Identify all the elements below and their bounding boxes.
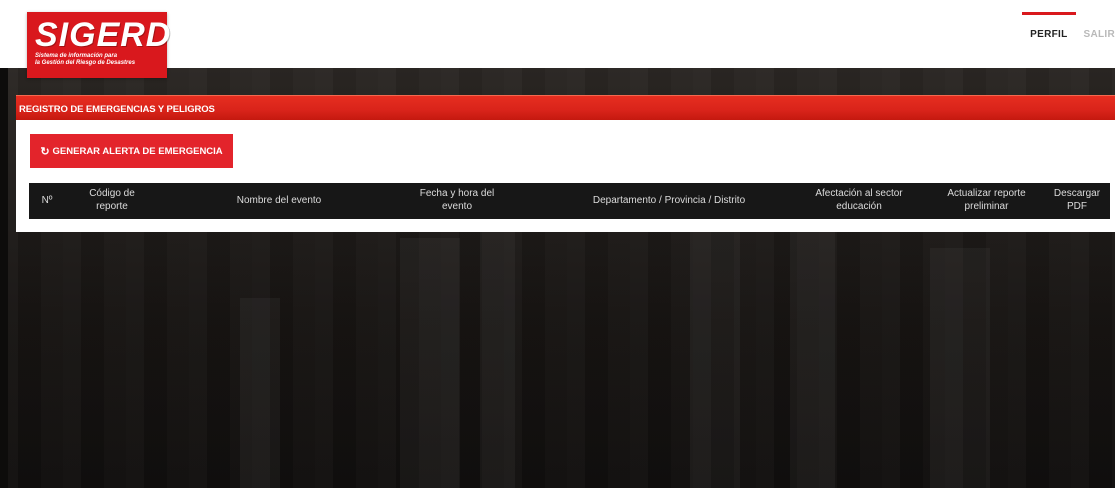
logo-title: SIGERD — [35, 16, 172, 54]
logo-subtitle-line-2: la Gestión del Riesgo de Desastres — [35, 60, 136, 66]
nav-perfil[interactable]: PERFIL — [1022, 0, 1076, 68]
emergencies-table-header: Nº Código de reporte Nombre del evento F… — [29, 183, 1110, 219]
column-header-ubicacion[interactable]: Departamento / Provincia / Distrito — [559, 194, 779, 207]
column-header-nombre[interactable]: Nombre del evento — [209, 194, 349, 207]
emergencies-panel: REGISTRO DE EMERGENCIAS Y PELIGROS ↻ GEN… — [16, 95, 1115, 232]
nav-salir[interactable]: SALIR — [1076, 0, 1115, 68]
top-header: SIGERD Sistema de información para la Ge… — [0, 0, 1115, 78]
column-header-fecha[interactable]: Fecha y hora del evento — [407, 187, 507, 213]
panel-title: REGISTRO DE EMERGENCIAS Y PELIGROS — [16, 95, 1115, 120]
refresh-icon: ↻ — [40, 145, 50, 158]
column-header-actualizar[interactable]: Actualizar reporte preliminar — [939, 187, 1034, 213]
generate-alert-label: GENERAR ALERTA DE EMERGENCIA — [52, 145, 223, 157]
column-header-descargar[interactable]: Descargar PDF — [1049, 187, 1105, 213]
column-header-codigo[interactable]: Código de reporte — [81, 187, 143, 213]
column-header-afectacion[interactable]: Afectación al sector educación — [804, 187, 914, 213]
top-nav: PERFIL SALIR — [1022, 0, 1115, 68]
logo-subtitle-line-1: Sistema de información para — [35, 53, 118, 59]
column-header-numero[interactable]: Nº — [39, 194, 55, 207]
generate-alert-button[interactable]: ↻ GENERAR ALERTA DE EMERGENCIA — [30, 134, 233, 168]
sigerd-logo[interactable]: SIGERD Sistema de información para la Ge… — [27, 12, 172, 78]
